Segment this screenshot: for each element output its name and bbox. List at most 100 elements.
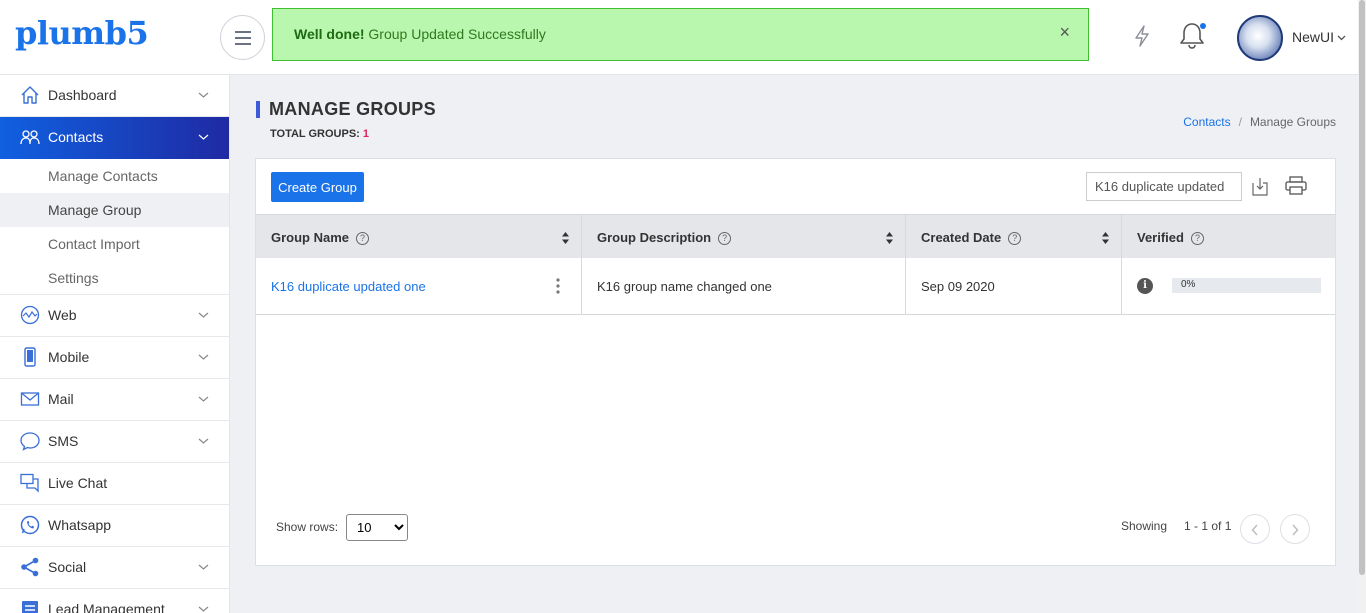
live-chat-icon xyxy=(20,473,39,493)
groups-panel: Create Group Group Name? Group Descripti… xyxy=(255,158,1336,566)
create-group-button[interactable]: Create Group xyxy=(271,172,364,202)
page-title: MANAGE GROUPS xyxy=(269,99,436,119)
success-alert: Well done! Group Updated Successfully × xyxy=(272,8,1089,61)
social-icon xyxy=(21,557,39,577)
sidebar-item-label: Whatsapp xyxy=(48,517,112,533)
sidebar-item-label: Dashboard xyxy=(48,87,117,103)
sidebar-item-sms[interactable]: SMS xyxy=(0,421,229,463)
verified-progress-bar: 0% xyxy=(1172,278,1321,293)
web-icon xyxy=(20,305,40,325)
column-header-group-name[interactable]: Group Name? xyxy=(256,215,581,258)
breadcrumb-current: Manage Groups xyxy=(1249,115,1336,129)
sidebar-item-dashboard[interactable]: Dashboard xyxy=(0,75,229,117)
sidebar-item-label: Web xyxy=(48,307,77,323)
avatar[interactable] xyxy=(1237,15,1283,61)
user-name[interactable]: NewUI xyxy=(1292,29,1334,45)
sidebar-item-label: Contacts xyxy=(48,129,104,145)
home-icon xyxy=(21,86,39,104)
chevron-down-icon[interactable] xyxy=(1337,33,1346,42)
sidebar-item-label: SMS xyxy=(48,433,79,449)
print-icon[interactable] xyxy=(1285,176,1307,195)
help-icon[interactable]: ? xyxy=(1190,232,1204,245)
sidebar-item-label: Social xyxy=(48,559,87,575)
breadcrumb: Contacts / Manage Groups xyxy=(1183,115,1336,129)
help-icon[interactable]: ? xyxy=(718,232,732,245)
alert-body: Group Updated Successfully xyxy=(364,26,546,42)
column-header-text: Group Description xyxy=(597,230,712,245)
sort-icon[interactable] xyxy=(885,231,894,245)
rows-per-page-select[interactable]: 10 xyxy=(346,514,408,541)
contacts-submenu: Manage Contacts Manage Group Contact Imp… xyxy=(0,159,229,295)
sidebar-item-label: Live Chat xyxy=(48,475,108,491)
sidebar-item-live-chat[interactable]: Live Chat xyxy=(0,463,229,505)
next-page-button[interactable] xyxy=(1280,514,1310,544)
column-header-label: Group Description? xyxy=(597,230,732,245)
group-name-link[interactable]: K16 duplicate updated one xyxy=(271,279,426,294)
column-header-text: Verified xyxy=(1137,230,1184,245)
chevron-down-icon xyxy=(198,134,209,140)
sidebar-item-contacts[interactable]: Contacts xyxy=(0,117,229,159)
sidebar-item-mobile[interactable]: Mobile xyxy=(0,337,229,379)
chevron-left-icon xyxy=(1251,524,1258,536)
mail-icon xyxy=(20,392,40,406)
column-header-text: Created Date xyxy=(921,230,1002,245)
alert-close-button[interactable]: × xyxy=(1059,22,1070,43)
sidebar-item-social[interactable]: Social xyxy=(0,547,229,589)
column-header-group-description[interactable]: Group Description? xyxy=(581,215,905,258)
column-header-label: Verified? xyxy=(1137,230,1204,245)
sort-icon[interactable] xyxy=(1101,231,1110,245)
created-date: Sep 09 2020 xyxy=(921,279,995,294)
sidebar-item-lead-management[interactable]: Lead Management xyxy=(0,589,229,613)
hamburger-icon-line xyxy=(235,43,251,45)
menu-toggle-button[interactable] xyxy=(220,15,265,60)
chevron-down-icon xyxy=(198,92,209,98)
sort-icon[interactable] xyxy=(561,231,570,245)
title-accent-bar xyxy=(256,101,260,118)
submenu-item-manage-group[interactable]: Manage Group xyxy=(0,193,229,227)
table-row: K16 duplicate updated one K16 group name… xyxy=(256,258,1335,315)
brand-logo[interactable]: plumb5 xyxy=(15,14,149,52)
chevron-down-icon xyxy=(198,606,209,612)
help-icon[interactable]: ? xyxy=(1008,232,1022,245)
more-options-icon[interactable] xyxy=(556,278,560,294)
total-groups-count: 1 xyxy=(362,128,370,140)
column-header-verified[interactable]: Verified? xyxy=(1121,215,1335,258)
chevron-right-icon xyxy=(1292,524,1299,536)
submenu-item-manage-contacts[interactable]: Manage Contacts xyxy=(0,159,229,193)
notification-dot xyxy=(1200,23,1206,29)
download-icon[interactable] xyxy=(1252,177,1268,196)
submenu-item-settings[interactable]: Settings xyxy=(0,261,229,295)
hamburger-icon xyxy=(235,31,251,33)
chevron-down-icon xyxy=(198,354,209,360)
sidebar-item-label: Lead Management xyxy=(48,601,165,613)
sidebar-item-label: Mail xyxy=(48,391,74,407)
hamburger-icon-line xyxy=(235,37,251,39)
sidebar-item-whatsapp[interactable]: Whatsapp xyxy=(0,505,229,547)
column-header-created-date[interactable]: Created Date? xyxy=(905,215,1121,258)
showing-label: Showing xyxy=(1121,519,1168,533)
chevron-down-icon xyxy=(198,438,209,444)
chevron-down-icon xyxy=(198,312,209,318)
previous-page-button[interactable] xyxy=(1240,514,1270,544)
cell-group-description: K16 group name changed one xyxy=(581,258,905,314)
submenu-item-contact-import[interactable]: Contact Import xyxy=(0,227,229,261)
total-groups-label: TOTAL GROUPS: xyxy=(270,128,363,140)
lead-management-icon xyxy=(22,601,38,613)
sidebar-item-web[interactable]: Web xyxy=(0,295,229,337)
search-input[interactable] xyxy=(1086,172,1242,201)
column-header-label: Created Date? xyxy=(921,230,1022,245)
whatsapp-icon xyxy=(20,515,40,535)
showing-range: 1 - 1 of 1 xyxy=(1184,519,1232,533)
cell-created-date: Sep 09 2020 xyxy=(905,258,1121,314)
sidebar-item-mail[interactable]: Mail xyxy=(0,379,229,421)
help-icon[interactable]: ? xyxy=(356,232,370,245)
info-icon[interactable]: i xyxy=(1137,278,1153,294)
page-scrollbar-thumb[interactable] xyxy=(1359,0,1365,575)
breadcrumb-link-contacts[interactable]: Contacts xyxy=(1183,115,1230,129)
sidebar: Dashboard Contacts Manage Contacts Manag… xyxy=(0,75,230,613)
bolt-icon[interactable] xyxy=(1132,24,1152,48)
column-header-text: Group Name xyxy=(271,230,350,245)
chevron-down-icon xyxy=(198,396,209,402)
alert-strong: Well done! xyxy=(294,26,365,42)
top-bar: plumb5 Well done! Group Updated Successf… xyxy=(0,0,1366,75)
